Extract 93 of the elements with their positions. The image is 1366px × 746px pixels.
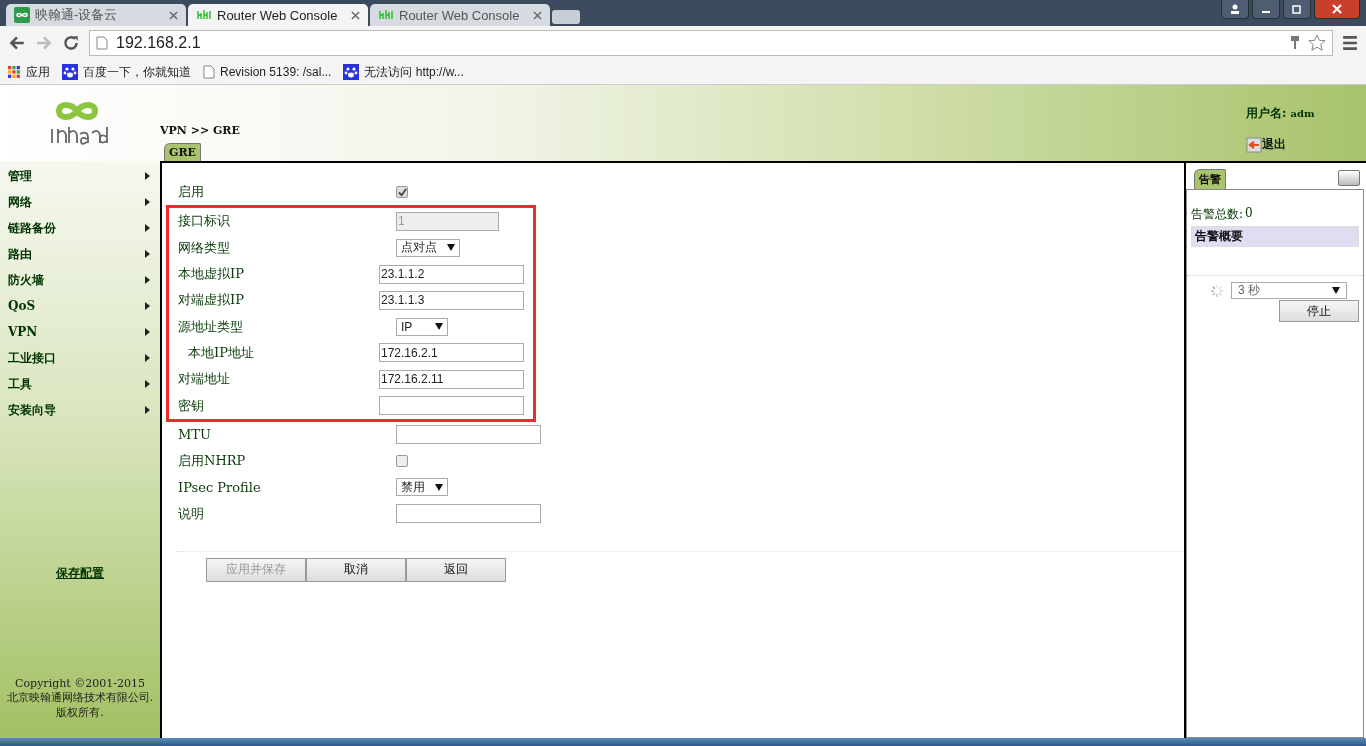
sidebar-item[interactable]: 管理 <box>0 163 160 189</box>
text-field[interactable]: 172.16.2.11 <box>379 369 524 389</box>
arrow-right-icon <box>145 406 150 414</box>
arrow-right-icon <box>145 380 150 388</box>
back-icon[interactable] <box>8 34 26 52</box>
arrow-right-icon <box>145 198 150 206</box>
bookmark-item[interactable]: 应用 <box>8 63 50 81</box>
field-label: 接口标识 <box>178 212 231 231</box>
page-icon <box>96 36 108 50</box>
browser-tab[interactable]: 映翰通-设备云 <box>6 4 186 26</box>
sidebar-item[interactable]: 网络 <box>0 189 160 215</box>
stop-button[interactable]: 停止 <box>1279 300 1359 322</box>
username-value: adm <box>1290 108 1315 119</box>
copyright-text: Copyright ©2001-2015 <box>15 677 145 690</box>
user-icon[interactable] <box>1221 0 1249 19</box>
field-label: 对端虚拟IP <box>178 291 245 310</box>
dropdown-arrow-icon <box>435 323 443 331</box>
close-icon[interactable] <box>169 10 178 20</box>
sidebar-item[interactable]: 链路备份 <box>0 215 160 241</box>
text-field[interactable]: 23.1.1.2 <box>379 264 524 284</box>
browser-tab[interactable]: Router Web Console <box>188 4 368 26</box>
text-field[interactable] <box>396 504 541 524</box>
form-button[interactable]: 取消 <box>306 557 406 582</box>
field-label: 网络类型 <box>178 238 231 257</box>
browser-tab[interactable]: Router Web Console <box>370 4 550 26</box>
arrow-right-icon <box>145 328 150 336</box>
paw-icon <box>62 64 78 80</box>
sidebar-item[interactable]: 路由 <box>0 241 160 267</box>
field-label: 启用NHRP <box>178 452 247 471</box>
arrow-right-icon <box>145 224 150 232</box>
bookmark-item[interactable]: Revision 5139: /sal... <box>203 65 332 79</box>
reload-icon[interactable] <box>62 34 80 52</box>
copyright-text: 北京映翰通网络技术有限公司. <box>6 690 154 705</box>
dropdown-arrow-icon <box>447 244 455 252</box>
infinity-logo-icon <box>14 7 30 23</box>
username-label: 用户名: <box>1246 105 1287 122</box>
field-label: MTU <box>178 427 212 443</box>
sidebar-item[interactable]: VPN <box>0 319 160 345</box>
sidebar-item[interactable]: 安装向导 <box>0 397 160 423</box>
form-button[interactable]: 返回 <box>406 557 506 582</box>
alarm-total-label: 告警总数: <box>1191 206 1244 223</box>
close-window-icon[interactable] <box>1314 0 1360 19</box>
breadcrumb: VPN >> GRE <box>160 124 240 137</box>
spinner-icon <box>1209 282 1225 299</box>
field-label: 本地IP地址 <box>187 343 255 362</box>
sidebar-item[interactable]: 防火墙 <box>0 267 160 293</box>
field-label: 源地址类型 <box>178 317 244 336</box>
arrow-right-icon <box>145 302 150 310</box>
collapse-button[interactable] <box>1338 170 1360 186</box>
save-config-link[interactable]: 保存配置 <box>56 566 104 580</box>
arrow-right-icon <box>145 172 150 180</box>
maximize-icon[interactable] <box>1283 0 1311 19</box>
arrow-right-icon <box>145 276 150 284</box>
page-icon <box>203 65 215 79</box>
field-label: 本地虚拟IP <box>178 265 245 284</box>
address-bar[interactable]: 192.168.2.1 <box>89 30 1333 56</box>
field-label: 说明 <box>178 504 205 523</box>
arrow-right-icon <box>145 250 150 258</box>
menu-icon[interactable] <box>1342 35 1358 51</box>
checkbox[interactable] <box>396 186 408 199</box>
sidebar-item[interactable]: QoS <box>0 293 160 319</box>
field-label: IPsec Profile <box>178 479 262 495</box>
dropdown[interactable]: IP <box>396 317 448 336</box>
text-field[interactable]: 172.16.2.1 <box>379 343 524 363</box>
arrow-right-icon <box>145 354 150 362</box>
sidebar-item[interactable]: 工具 <box>0 371 160 397</box>
alarm-total-value: 0 <box>1245 206 1253 222</box>
field-label: 密钥 <box>178 396 205 415</box>
checkbox[interactable] <box>396 455 408 468</box>
sidebar-item[interactable]: 工业接口 <box>0 345 160 371</box>
dropdown-arrow-icon <box>1332 287 1340 294</box>
dropdown[interactable]: 禁用 <box>396 478 448 497</box>
paw-icon <box>343 64 360 80</box>
grid-icon <box>8 65 21 79</box>
text-field[interactable]: 23.1.1.3 <box>379 290 524 310</box>
text-field[interactable] <box>396 425 541 445</box>
close-icon[interactable] <box>351 10 360 20</box>
bookmark-item[interactable]: 百度一下，你就知道 <box>62 63 191 81</box>
alarm-tab[interactable]: 告警 <box>1194 169 1226 189</box>
page-tab[interactable]: GRE <box>164 143 201 161</box>
text-field[interactable] <box>379 396 524 415</box>
logout-link[interactable]: 退出 <box>1246 136 1366 153</box>
dropdown-arrow-icon <box>435 483 443 491</box>
field-label: 对端地址 <box>178 370 231 389</box>
star-icon[interactable] <box>1308 34 1326 52</box>
copyright-text: 版权所有. <box>56 705 104 720</box>
alarm-summary-header: 告警概要 <box>1191 226 1359 247</box>
refresh-interval-dropdown[interactable]: 3 秒 <box>1231 282 1347 299</box>
bookmark-item[interactable]: 无法访问 http://w... <box>343 63 464 81</box>
close-icon[interactable] <box>533 10 542 20</box>
minimize-icon[interactable] <box>1252 0 1280 19</box>
dropdown[interactable]: 点对点 <box>396 238 460 257</box>
field-label: 启用 <box>178 183 205 202</box>
